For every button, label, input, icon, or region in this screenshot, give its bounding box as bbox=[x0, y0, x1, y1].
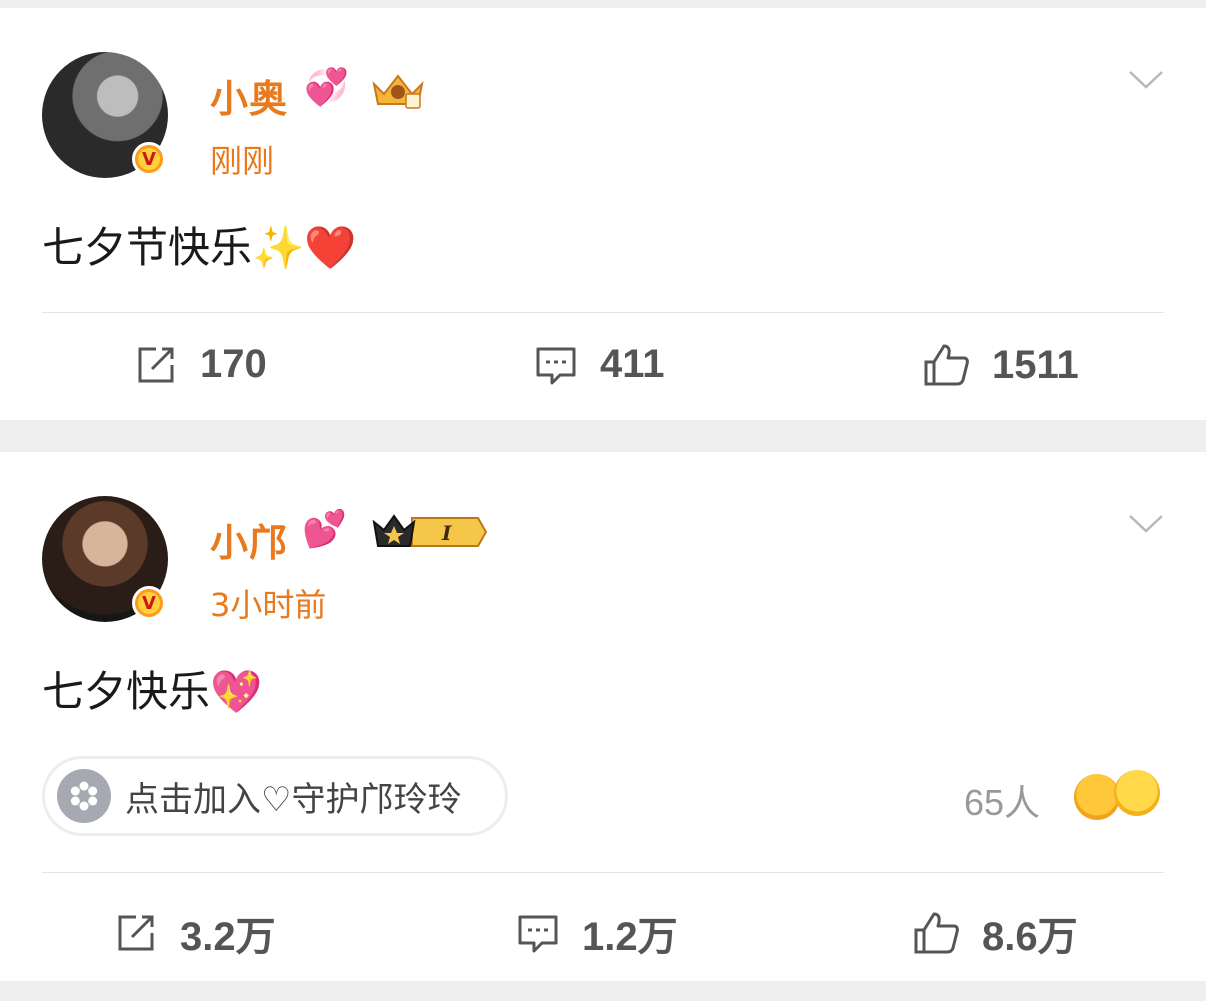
comment-count: 1.2万 bbox=[582, 915, 678, 959]
level-text: I bbox=[441, 521, 452, 545]
like-count: 8.6万 bbox=[982, 915, 1078, 959]
post-time: 刚刚 bbox=[210, 142, 275, 180]
heart-emoji-icon: 💞 bbox=[304, 67, 349, 108]
username[interactable]: 小奥 bbox=[210, 68, 288, 123]
emoji: ✨❤️ bbox=[252, 223, 357, 272]
post-text: 七夕快乐 bbox=[42, 667, 211, 716]
verified-badge-icon: V bbox=[132, 142, 166, 176]
repost-count: 3.2万 bbox=[180, 915, 276, 959]
comment-icon bbox=[536, 347, 576, 384]
like-count: 1511 bbox=[992, 342, 1079, 387]
emoji-face-icon bbox=[1114, 770, 1160, 816]
post-content: 七夕节快乐✨❤️ bbox=[42, 214, 357, 275]
comment-button[interactable]: 1.2万 bbox=[516, 904, 678, 962]
fan-club-label: 点击加入♡守护邝玲玲 bbox=[125, 779, 462, 820]
emoji: 💖 bbox=[210, 667, 263, 716]
repost-button[interactable]: 3.2万 bbox=[114, 904, 276, 962]
post-text: 七夕节快乐 bbox=[42, 223, 253, 272]
chevron-down-icon[interactable] bbox=[1128, 70, 1164, 90]
repost-button[interactable]: 170 bbox=[134, 342, 267, 387]
comment-icon bbox=[518, 915, 558, 953]
repost-icon bbox=[138, 347, 174, 382]
username[interactable]: 小邝 bbox=[210, 512, 288, 567]
weibo-post: V 小邝 💕 I 3小时前 七夕快乐💖 点击加入♡守护邝玲玲 65人 3.2万 … bbox=[0, 452, 1206, 981]
chevron-down-icon[interactable] bbox=[1128, 514, 1164, 534]
divider bbox=[42, 312, 1164, 313]
comment-count: 411 bbox=[600, 342, 665, 386]
asterisk-icon bbox=[57, 769, 111, 823]
repost-count: 170 bbox=[200, 342, 267, 386]
emoji-face-icon bbox=[1074, 774, 1120, 820]
like-button[interactable]: 8.6万 bbox=[912, 904, 1078, 962]
repost-icon bbox=[118, 915, 154, 951]
thumbs-up-icon bbox=[914, 912, 959, 954]
post-content: 七夕快乐💖 bbox=[42, 658, 262, 719]
divider bbox=[42, 872, 1164, 873]
like-button[interactable]: 1511 bbox=[922, 342, 1079, 388]
member-level-badge-icon: I bbox=[372, 514, 488, 547]
fan-club-join-button[interactable]: 点击加入♡守护邝玲玲 bbox=[42, 756, 508, 836]
fan-club-count: 65人 bbox=[964, 782, 1041, 823]
heart-emoji-icon: 💕 bbox=[302, 509, 347, 550]
weibo-post: V 小奥 💞 刚刚 七夕节快乐✨❤️ 170 411 1511 bbox=[0, 8, 1206, 420]
comment-button[interactable]: 411 bbox=[534, 342, 665, 387]
member-crown-icon bbox=[372, 74, 424, 109]
post-time: 3小时前 bbox=[210, 586, 327, 624]
thumbs-up-icon bbox=[924, 344, 969, 386]
verified-badge-icon: V bbox=[132, 586, 166, 620]
